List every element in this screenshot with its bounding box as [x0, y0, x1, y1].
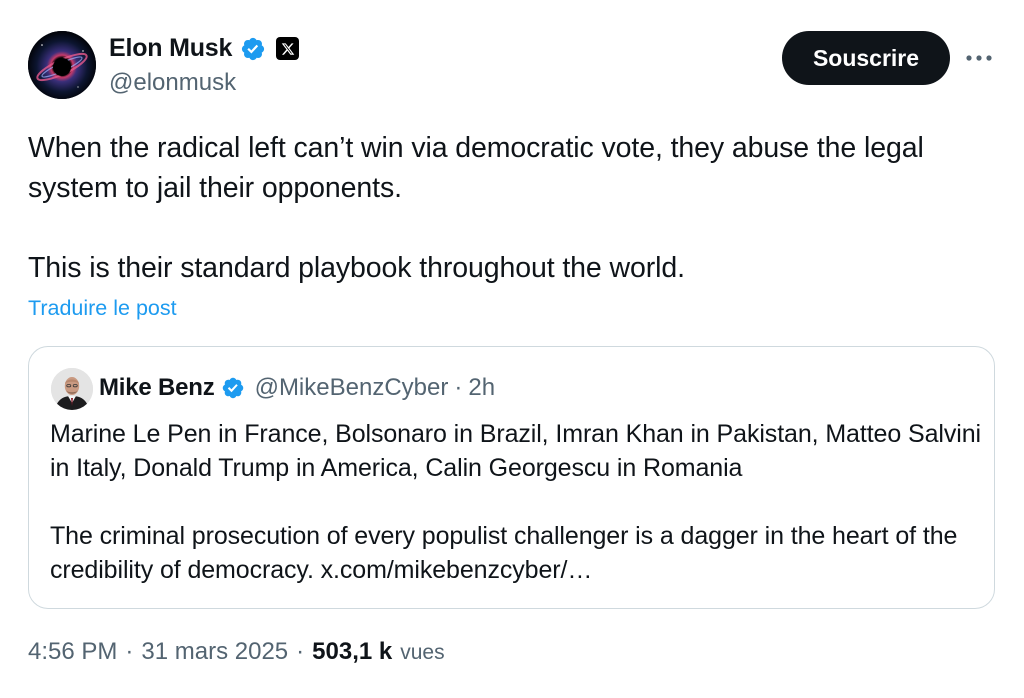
more-horizontal-icon[interactable] [961, 41, 997, 75]
quoted-display-name[interactable]: Mike Benz [99, 374, 215, 402]
verified-badge-icon [221, 376, 245, 400]
quoted-header: Mike Benz @MikeBenzCyber · 2h [99, 374, 495, 402]
post-time[interactable]: 4:56 PM [28, 638, 117, 666]
quoted-author-avatar[interactable] [51, 368, 93, 410]
x-logo-icon[interactable] [276, 37, 300, 60]
separator-dot: · [296, 638, 305, 665]
subscribe-button[interactable]: Souscrire [782, 31, 950, 85]
verified-badge-icon[interactable] [240, 36, 266, 62]
quoted-timestamp[interactable]: 2h [468, 374, 495, 402]
separator-dot: · [125, 638, 134, 665]
quoted-text: Marine Le Pen in France, Bolsonaro in Br… [50, 420, 981, 584]
quoted-tweet[interactable]: Mike Benz @MikeBenzCyber · 2h Marine Le … [28, 346, 995, 609]
views-count[interactable]: 503,1 k [312, 638, 392, 666]
author-display-name[interactable]: Elon Musk [109, 34, 232, 63]
views-label: vues [400, 641, 445, 664]
tweet: Elon Musk @elonmusk Souscrire When the r… [0, 0, 1024, 698]
post-date[interactable]: 31 mars 2025 [141, 638, 288, 666]
post-text: When the radical left can’t win via demo… [28, 132, 924, 284]
post-meta: 4:56 PM · 31 mars 2025 · 503,1 k vues [28, 638, 445, 666]
author-name-row: Elon Musk [109, 34, 300, 63]
separator-dot: · [454, 374, 463, 401]
translate-post-link[interactable]: Traduire le post [28, 296, 177, 321]
author-avatar[interactable] [28, 31, 96, 99]
author-handle[interactable]: @elonmusk [109, 69, 236, 97]
quoted-handle[interactable]: @MikeBenzCyber [255, 374, 449, 402]
